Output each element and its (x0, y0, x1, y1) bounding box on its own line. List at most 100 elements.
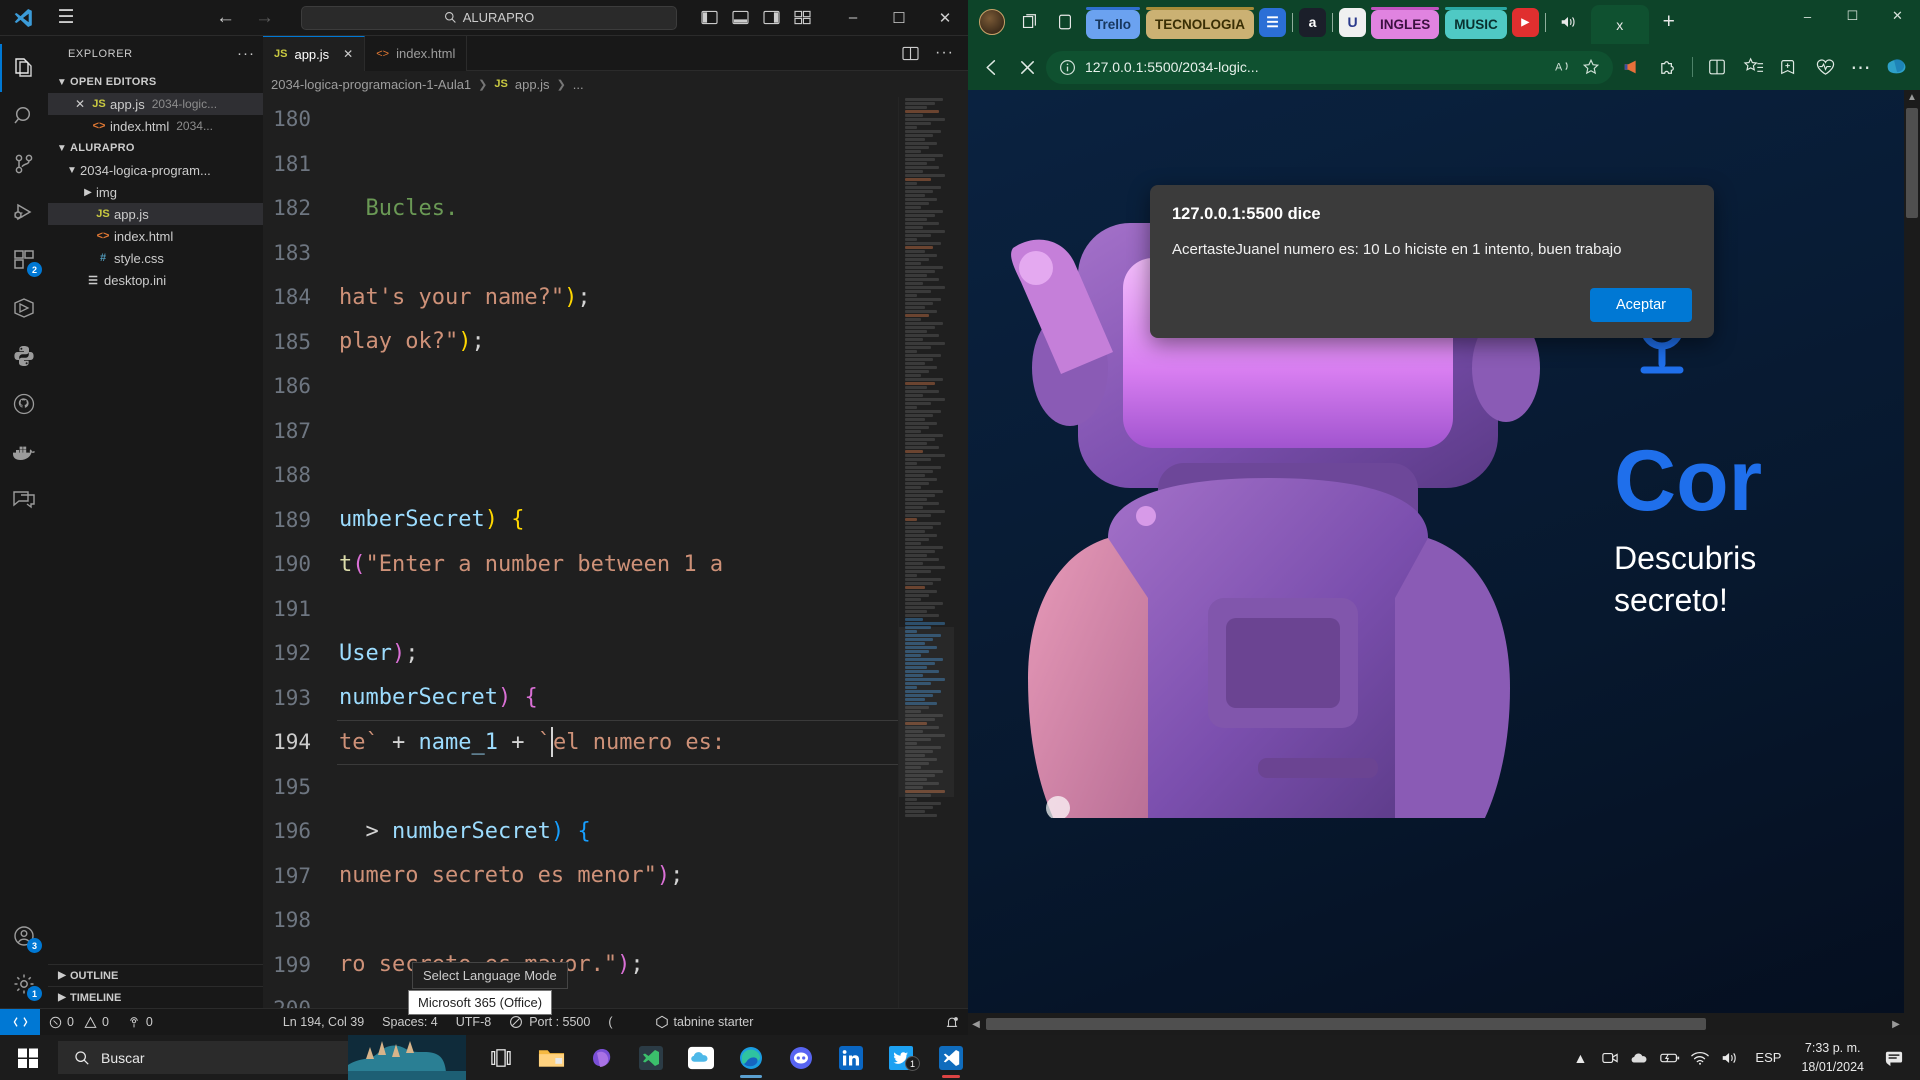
star-icon[interactable] (1582, 58, 1600, 76)
vertical-tabs-icon[interactable] (1048, 5, 1082, 39)
problems-status[interactable]: 0 0 (40, 1009, 118, 1036)
search-input[interactable]: Buscar (58, 1041, 348, 1074)
sidebar-item-source-control[interactable] (0, 140, 48, 188)
sidebar-item-search[interactable] (0, 92, 48, 140)
address-bar[interactable]: 127.0.0.1:5500/2034-logic... A (1046, 50, 1613, 84)
sidebar-item-python[interactable] (0, 332, 48, 380)
accounts-button[interactable]: 3 (0, 912, 48, 960)
tab-group-tecnologia[interactable]: TECNOLOGIA (1144, 6, 1256, 39)
toggle-panel-icon[interactable] (732, 10, 749, 25)
browser-tab-blue-doc[interactable]: ☰ (1259, 7, 1287, 37)
url-text[interactable]: 127.0.0.1:5500/2034-logic... (1085, 59, 1259, 75)
maximize-button[interactable]: ☐ (1830, 0, 1875, 32)
close-button[interactable]: ✕ (1875, 0, 1920, 32)
puzzle-icon[interactable] (1651, 50, 1685, 84)
split-editor-icon[interactable] (902, 46, 919, 61)
browser-tab-youtube[interactable]: ▶ (1511, 7, 1539, 37)
code-line[interactable]: 187 (263, 409, 898, 454)
chevron-left-icon[interactable]: ◀ (968, 1019, 984, 1030)
tab-group-label[interactable]: Trello (1086, 9, 1141, 39)
back-button[interactable]: ← (211, 6, 240, 29)
weather-widget[interactable] (348, 1035, 468, 1080)
workspace-section[interactable]: ▼ ALURAPRO (48, 137, 263, 159)
open-editor-index-html[interactable]: <> index.html 2034... (48, 115, 263, 137)
code-line[interactable]: 189 umberSecret) { (263, 498, 898, 543)
speaker-icon[interactable] (1551, 5, 1585, 39)
cloud-icon[interactable] (1625, 1035, 1655, 1080)
close-button[interactable]: ✕ (922, 0, 968, 36)
code-line[interactable]: 190 t("Enter a number between 1 a (263, 542, 898, 587)
tab-group-ingles[interactable]: INGLES (1369, 6, 1441, 39)
edge-icon[interactable] (726, 1035, 776, 1080)
copilot-icon[interactable] (1880, 50, 1914, 84)
code-line[interactable]: 194 te` + name_1 + ` el numero es: (263, 720, 898, 765)
sidebar-item-explorer[interactable] (0, 44, 48, 92)
code-line[interactable]: 183 (263, 231, 898, 276)
scrollbar-thumb[interactable] (986, 1018, 1706, 1030)
customize-layout-icon[interactable] (794, 10, 811, 25)
menu-button[interactable]: ☰ (46, 6, 86, 29)
minimize-button[interactable]: – (830, 0, 876, 36)
editor-more-actions[interactable]: ··· (935, 44, 954, 62)
tree-item-style-css[interactable]: # style.css (48, 247, 263, 269)
language-indicator[interactable]: ESP (1745, 1050, 1791, 1065)
read-aloud-icon[interactable]: A (1555, 59, 1573, 75)
collections-add-icon[interactable] (1772, 50, 1806, 84)
breadcrumb-file[interactable]: app.js (515, 77, 550, 92)
tab-group-music[interactable]: MUSIC (1443, 6, 1509, 39)
explorer-more-actions[interactable]: ··· (237, 45, 255, 62)
sidebar-item-github[interactable] (0, 380, 48, 428)
editor-vertical-scrollbar[interactable] (954, 97, 968, 1008)
code-line[interactable]: 192 User); (263, 631, 898, 676)
code-line[interactable]: 200 (263, 987, 898, 1008)
breadcrumb-folder[interactable]: 2034-logica-programacion-1-Aula1 (271, 77, 471, 92)
vscode-icon[interactable] (926, 1035, 976, 1080)
minimap-slider[interactable] (899, 627, 954, 797)
timeline-section[interactable]: ▶ TIMELINE (48, 986, 263, 1008)
code-line[interactable]: 199ro secreto es mayor."); (263, 943, 898, 988)
maximize-button[interactable]: ☐ (876, 0, 922, 36)
code-line[interactable]: 198 (263, 898, 898, 943)
minimize-button[interactable]: – (1785, 0, 1830, 32)
command-center-search[interactable]: ALURAPRO (301, 5, 677, 30)
tree-item-img[interactable]: ▶ img (48, 181, 263, 203)
tab-app-js[interactable]: JS app.js ✕ (263, 36, 366, 71)
file-explorer-icon[interactable] (526, 1035, 576, 1080)
collections-icon[interactable] (1012, 5, 1046, 39)
sidebar-item-docker[interactable] (0, 428, 48, 476)
vscode-insiders-icon[interactable] (626, 1035, 676, 1080)
folder-row[interactable]: ▼ 2034-logica-program... (48, 159, 263, 181)
code-line[interactable]: 188 (263, 453, 898, 498)
accept-button[interactable]: Aceptar (1590, 288, 1692, 322)
code-line[interactable]: 193 numberSecret) { (263, 676, 898, 721)
new-tab-button[interactable]: + (1651, 10, 1687, 34)
back-button[interactable] (974, 50, 1008, 84)
clock[interactable]: 7:33 p. m. 18/01/2024 (1791, 1039, 1874, 1075)
tree-item-desktop-ini[interactable]: ☰ desktop.ini (48, 269, 263, 291)
minimap[interactable] (898, 97, 954, 1008)
code-line[interactable]: 186 (263, 364, 898, 409)
sidebar-item-chat[interactable] (0, 476, 48, 524)
browser-tab-dark-a[interactable]: a (1299, 7, 1327, 37)
ports-status[interactable]: 0 (118, 1009, 162, 1036)
remote-window-button[interactable] (0, 1008, 40, 1035)
code-line[interactable]: 184 hat's your name?"); (263, 275, 898, 320)
tab-group-label[interactable]: TECNOLOGIA (1146, 9, 1255, 39)
onedrive-icon[interactable] (676, 1035, 726, 1080)
tab-group-label[interactable]: MUSIC (1445, 9, 1507, 39)
tab-index-html[interactable]: <> index.html (365, 36, 468, 71)
code-line[interactable]: 185 play ok?"); (263, 320, 898, 365)
ellipsis-icon[interactable]: ⋯ (1844, 50, 1878, 84)
toggle-primary-sidebar-icon[interactable] (701, 10, 718, 25)
code-line[interactable]: 180 (263, 97, 898, 142)
page-horizontal-scrollbar[interactable]: ◀ ▶ (968, 1013, 1904, 1035)
active-browser-tab[interactable]: x (1590, 5, 1649, 44)
toggle-secondary-sidebar-icon[interactable] (763, 10, 780, 25)
linkedin-icon[interactable] (826, 1035, 876, 1080)
code-line[interactable]: 182 Bucles. (263, 186, 898, 231)
code-line[interactable]: 196 > numberSecret) { (263, 809, 898, 854)
outline-section[interactable]: ▶ OUTLINE (48, 964, 263, 986)
open-editors-section[interactable]: ▼ OPEN EDITORS (48, 71, 263, 93)
windows-start-icon[interactable] (0, 1035, 56, 1080)
tree-item-index-html[interactable]: <> index.html (48, 225, 263, 247)
